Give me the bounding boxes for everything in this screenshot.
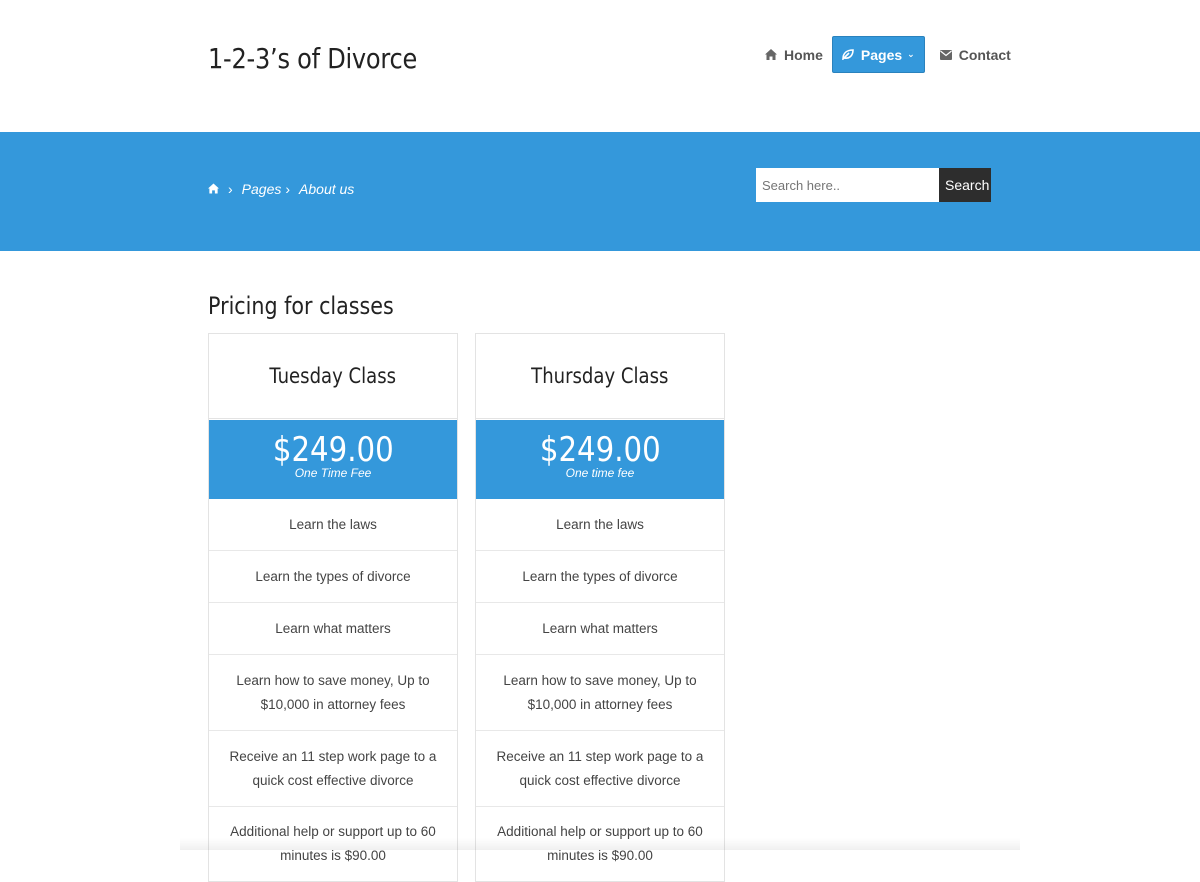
pricing-card-tuesday: Tuesday Class $249.00 One Time Fee Learn… xyxy=(208,333,458,882)
breadcrumb-pages[interactable]: Pages xyxy=(242,181,282,197)
nav-pages[interactable]: Pages ⌄ xyxy=(831,36,925,73)
breadcrumb: › Pages › About us xyxy=(208,181,354,197)
site-header: 1-2-3’s of Divorce Home Pages ⌄ Contact xyxy=(0,0,1200,132)
nav-home-label: Home xyxy=(784,46,823,63)
nav-contact-label: Contact xyxy=(958,46,1011,63)
footer-shadow xyxy=(180,838,1020,850)
breadcrumb-current: About us xyxy=(299,181,355,197)
feature-item: Learn the types of divorce xyxy=(476,550,724,602)
price-text: $249.00 xyxy=(272,430,394,470)
main-nav: Home Pages ⌄ Contact xyxy=(758,36,1018,73)
site-title[interactable]: 1-2-3’s of Divorce xyxy=(208,42,417,75)
card-title: Tuesday Class xyxy=(209,334,457,419)
card-title-text: Tuesday Class xyxy=(269,364,397,388)
price-text: $249.00 xyxy=(539,430,661,470)
feature-item: Learn the laws xyxy=(289,516,377,532)
feature-item: Learn the laws xyxy=(556,516,644,532)
nav-pages-label: Pages xyxy=(860,46,903,63)
feature-item: Learn how to save money, Up to $10,000 i… xyxy=(476,654,724,730)
feature-item: Learn what matters xyxy=(476,602,724,654)
breadcrumb-separator: › xyxy=(285,181,291,197)
feature-item: Learn what matters xyxy=(209,602,457,654)
feature-item: Learn the types of divorce xyxy=(209,550,457,602)
page-banner: › Pages › About us Search xyxy=(0,132,1200,251)
price-value: $249.00 xyxy=(476,420,724,468)
pricing-card-thursday: Thursday Class $249.00 One time fee Lear… xyxy=(475,333,725,882)
home-icon[interactable] xyxy=(208,181,219,197)
nav-contact[interactable]: Contact xyxy=(933,37,1018,72)
leaf-icon xyxy=(842,49,854,60)
feature-item: Receive an 11 step work page to a quick … xyxy=(476,730,724,806)
price-block: $249.00 One Time Fee xyxy=(209,420,457,499)
search-button[interactable]: Search xyxy=(939,168,991,202)
nav-home[interactable]: Home xyxy=(758,37,830,72)
breadcrumb-separator: › xyxy=(228,181,233,197)
page-title: Pricing for classes xyxy=(208,292,394,320)
chevron-down-icon: ⌄ xyxy=(907,49,915,59)
search-input[interactable] xyxy=(756,168,939,202)
card-title: Thursday Class xyxy=(476,334,724,419)
price-block: $249.00 One time fee xyxy=(476,420,724,499)
envelope-icon xyxy=(939,49,952,60)
card-title-text: Thursday Class xyxy=(531,364,669,388)
price-value: $249.00 xyxy=(209,420,457,468)
feature-item: Learn how to save money, Up to $10,000 i… xyxy=(209,654,457,730)
feature-item: Receive an 11 step work page to a quick … xyxy=(209,730,457,806)
home-icon xyxy=(765,49,777,60)
